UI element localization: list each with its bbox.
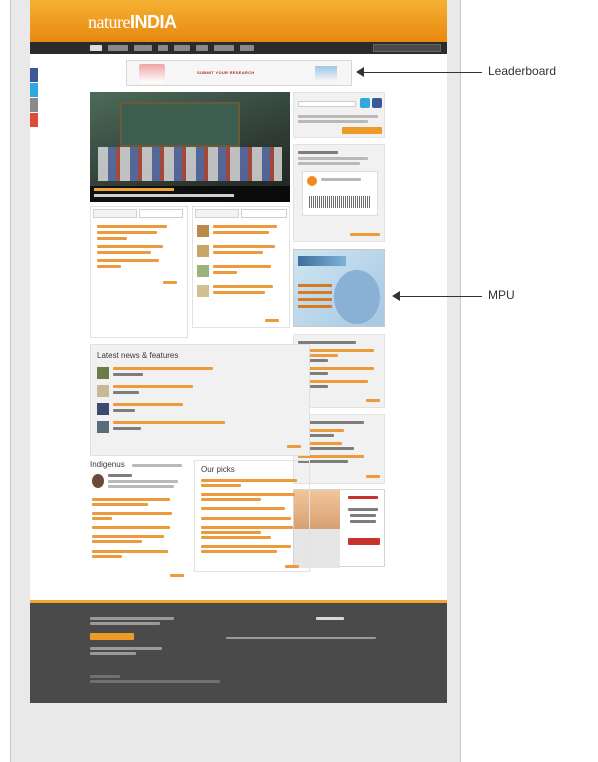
nav-item[interactable]	[134, 45, 152, 51]
article-link[interactable]	[213, 245, 275, 248]
mpu-arrow	[398, 296, 482, 297]
article-thumbnail[interactable]	[197, 225, 209, 237]
tab-current[interactable]	[241, 209, 287, 218]
article-link[interactable]	[97, 225, 167, 228]
site-screenshot: natureINDIA SUBMIT YOUR RESEARCH Latest …	[30, 0, 447, 703]
more-podcasts-link[interactable]	[350, 233, 380, 236]
hero-people	[98, 147, 282, 181]
leaderboard-callout: Leaderboard	[488, 64, 557, 78]
article-link[interactable]	[201, 526, 293, 529]
news-link[interactable]	[113, 421, 225, 424]
news-thumbnail[interactable]	[97, 385, 109, 397]
section-title: Latest news & features	[97, 351, 179, 360]
footer-button[interactable]	[90, 633, 134, 640]
logo-india: INDIA	[129, 12, 177, 32]
leaderboard-arrow	[362, 72, 482, 73]
article-link[interactable]	[201, 493, 295, 496]
twitter-icon[interactable]	[360, 98, 370, 108]
article-link[interactable]	[92, 526, 170, 529]
article-link[interactable]	[213, 265, 271, 268]
facebook-icon[interactable]	[372, 98, 382, 108]
news-thumbnail[interactable]	[97, 367, 109, 379]
email-field[interactable]	[298, 101, 356, 107]
article-link[interactable]	[92, 550, 168, 553]
nav-item[interactable]	[240, 45, 254, 51]
logo-nature: nature	[88, 12, 130, 32]
subscribe-button[interactable]	[342, 127, 382, 134]
current-articles-panel	[192, 206, 290, 328]
article-thumbnail[interactable]	[197, 245, 209, 257]
section-title: Indigenus	[90, 460, 125, 469]
play-icon[interactable]	[307, 176, 317, 186]
article-link[interactable]	[201, 479, 297, 482]
ad-illustration	[334, 270, 380, 324]
article-link[interactable]	[201, 545, 291, 548]
podcast-box	[293, 144, 385, 242]
footer-links[interactable]	[226, 637, 376, 639]
more-link[interactable]	[287, 445, 301, 448]
article-thumbnail[interactable]	[197, 285, 209, 297]
audio-waveform	[309, 196, 371, 208]
news-thumbnail[interactable]	[97, 421, 109, 433]
hero-image[interactable]	[90, 92, 290, 202]
hero-caption	[90, 186, 290, 202]
nav-item[interactable]	[214, 45, 234, 51]
news-link[interactable]	[113, 385, 193, 388]
our-picks-panel: Our picks	[194, 460, 310, 572]
leaderboard-ad-text: SUBMIT YOUR RESEARCH	[197, 70, 255, 75]
nav-item[interactable]	[174, 45, 190, 51]
section-title: Our picks	[201, 465, 235, 474]
audio-player[interactable]	[302, 171, 378, 216]
ad-illustration	[139, 64, 165, 83]
more-link[interactable]	[170, 574, 184, 577]
masthead: natureINDIA	[30, 0, 447, 42]
latest-news-panel: Latest news & features	[90, 344, 310, 456]
search-input[interactable]	[373, 44, 441, 52]
article-link[interactable]	[201, 517, 291, 520]
footer-logo[interactable]	[316, 617, 344, 620]
ad-cta-button[interactable]	[348, 538, 380, 545]
article-thumbnail[interactable]	[197, 265, 209, 277]
ad-logo	[315, 66, 337, 81]
tab-most-read[interactable]	[139, 209, 183, 218]
article-link[interactable]	[213, 225, 277, 228]
facebook-icon[interactable]	[30, 68, 38, 82]
nav-item[interactable]	[108, 45, 128, 51]
site-footer	[30, 600, 447, 703]
nav-item[interactable]	[158, 45, 168, 51]
news-link[interactable]	[113, 367, 213, 370]
more-link[interactable]	[163, 281, 177, 284]
twitter-icon[interactable]	[30, 83, 38, 97]
leaderboard-ad[interactable]: SUBMIT YOUR RESEARCH	[126, 60, 352, 86]
site-logo[interactable]: natureINDIA	[88, 12, 177, 33]
news-thumbnail[interactable]	[97, 403, 109, 415]
indigenus-section: Indigenus	[90, 460, 188, 580]
article-link[interactable]	[97, 259, 159, 262]
more-link[interactable]	[285, 565, 299, 568]
more-link[interactable]	[265, 319, 279, 322]
mpu-callout: MPU	[488, 288, 515, 302]
email-icon[interactable]	[30, 98, 38, 112]
article-link[interactable]	[201, 507, 285, 510]
hero-blackboard	[120, 102, 240, 147]
googleplus-icon[interactable]	[30, 113, 38, 127]
more-link[interactable]	[366, 475, 380, 478]
nav-item[interactable]	[196, 45, 208, 51]
tab-latest[interactable]	[93, 209, 137, 218]
article-link[interactable]	[92, 512, 172, 515]
more-link[interactable]	[366, 399, 380, 402]
article-link[interactable]	[92, 498, 170, 501]
article-link[interactable]	[97, 245, 163, 248]
mpu-ad[interactable]	[293, 249, 385, 327]
tab-research[interactable]	[195, 209, 239, 218]
main-nav	[30, 42, 447, 54]
avatar	[92, 474, 104, 488]
news-link[interactable]	[113, 403, 183, 406]
article-link[interactable]	[92, 535, 164, 538]
signup-box	[293, 92, 385, 138]
article-link[interactable]	[213, 285, 273, 288]
nav-item[interactable]	[90, 45, 102, 51]
most-read-panel	[90, 206, 188, 338]
